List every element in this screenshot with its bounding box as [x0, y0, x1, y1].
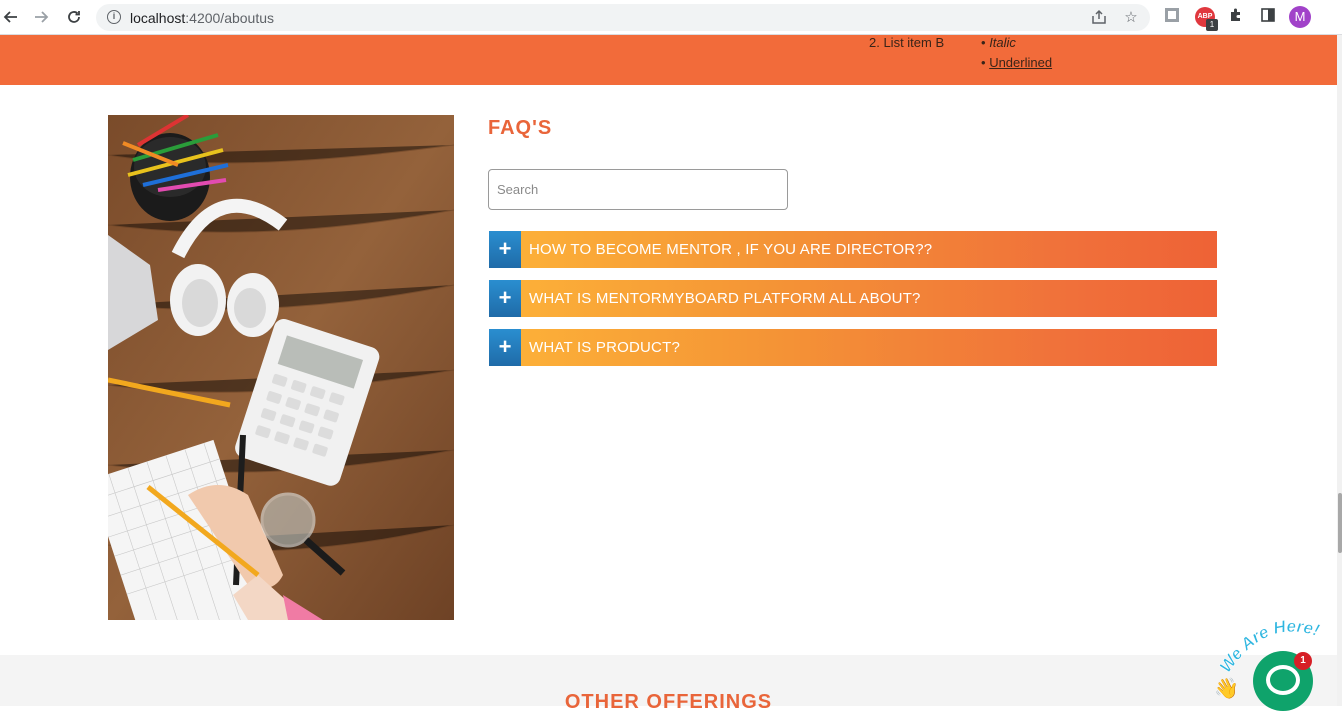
bookmark-star-icon[interactable]: ☆: [1122, 9, 1140, 27]
scrollbar-track[interactable]: [1337, 35, 1342, 706]
underlined-link[interactable]: Underlined: [989, 55, 1052, 70]
browser-toolbar: i localhost:4200/aboutus ☆ ABP 1 M: [0, 0, 1342, 35]
puzzle-extensions-icon[interactable]: [1226, 7, 1246, 27]
faq-item-become-mentor[interactable]: + HOW TO BECOME MENTOR , IF YOU ARE DIRE…: [489, 231, 1217, 268]
back-icon[interactable]: [0, 6, 22, 28]
forward-icon[interactable]: [30, 6, 52, 28]
info-icon[interactable]: i: [107, 10, 121, 24]
share-icon[interactable]: [1090, 9, 1108, 27]
other-offerings-heading: OTHER OFFERINGS: [564, 691, 773, 713]
faq-search-input[interactable]: [488, 169, 788, 210]
side-panel-icon[interactable]: [1258, 7, 1278, 27]
faq-question[interactable]: HOW TO BECOME MENTOR , IF YOU ARE DIRECT…: [529, 241, 932, 258]
address-bar[interactable]: i localhost:4200/aboutus ☆: [96, 4, 1150, 31]
faq-question[interactable]: WHAT IS MENTORMYBOARD PLATFORM ALL ABOUT…: [529, 290, 921, 307]
top-banner: 2. List item B • Italic • Underlined: [0, 35, 1337, 85]
url-text[interactable]: localhost:4200/aboutus: [130, 10, 274, 26]
plus-icon[interactable]: +: [489, 280, 521, 317]
extension-image-icon[interactable]: [1162, 7, 1182, 27]
adblock-badge: 1: [1206, 19, 1218, 31]
chat-widget[interactable]: We Are Here! 👋 1: [1210, 614, 1338, 711]
faq-item-product[interactable]: + WHAT IS PRODUCT?: [489, 329, 1217, 366]
italic-item: • Italic: [981, 35, 1016, 50]
underlined-item: • Underlined: [981, 55, 1053, 70]
list-item-b: 2. List item B: [869, 35, 945, 50]
other-offerings-section: OTHER OFFERINGS: [0, 655, 1337, 713]
reload-icon[interactable]: [63, 6, 85, 28]
faq-question[interactable]: WHAT IS PRODUCT?: [529, 339, 680, 356]
chat-notification-badge: 1: [1294, 652, 1312, 670]
chat-bubble-icon: [1266, 665, 1300, 695]
desk-photo: [108, 115, 454, 620]
waving-hand-icon: 👋: [1214, 678, 1239, 700]
plus-icon[interactable]: +: [489, 329, 521, 366]
faq-item-platform-about[interactable]: + WHAT IS MENTORMYBOARD PLATFORM ALL ABO…: [489, 280, 1217, 317]
scrollbar-thumb[interactable]: [1338, 493, 1342, 553]
plus-icon[interactable]: +: [489, 231, 521, 268]
profile-avatar[interactable]: M: [1289, 6, 1311, 28]
faq-heading: FAQ'S: [488, 117, 553, 139]
